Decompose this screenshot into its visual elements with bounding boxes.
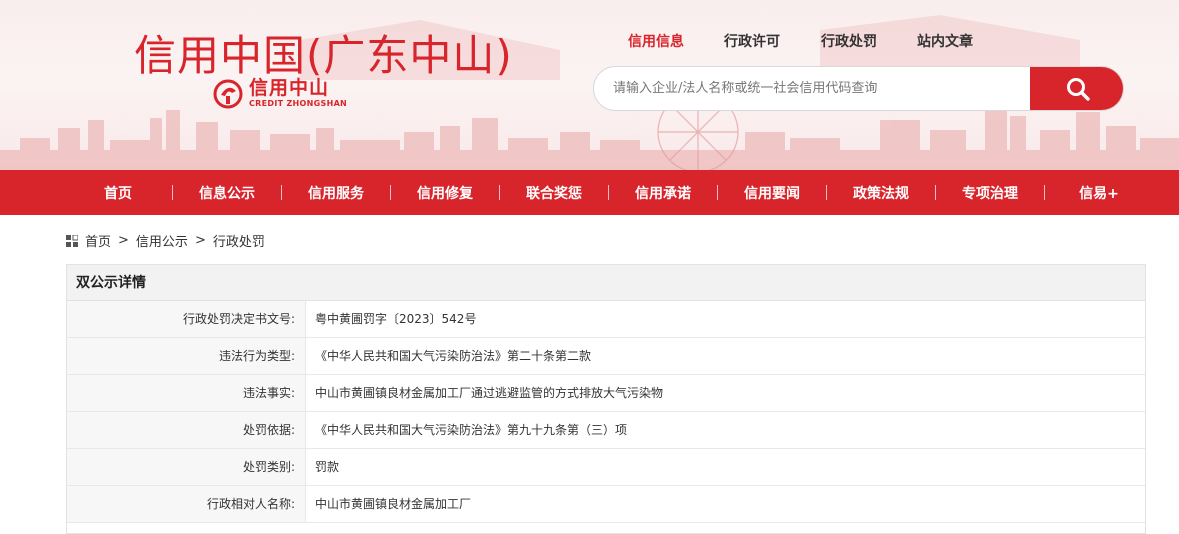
search-input[interactable]: [594, 67, 1030, 110]
detail-panel: 双公示详情 行政处罚决定书文号: 粤中黄圃罚字〔2023〕542号 违法行为类型…: [66, 264, 1146, 534]
breadcrumb-home[interactable]: 首页: [85, 231, 111, 250]
detail-label: 行政相对人名称:: [67, 486, 306, 522]
breadcrumb-separator: >: [118, 233, 129, 248]
header-banner: 信用中国(广东中山) 信用中山 CREDIT ZHONGSHAN 信用信息 行政…: [0, 0, 1179, 170]
breadcrumb-current: 行政处罚: [212, 235, 265, 250]
search-button[interactable]: [1030, 67, 1123, 110]
detail-row: 处罚依据: 《中华人民共和国大气污染防治法》第九十九条第（三）项: [67, 412, 1145, 449]
detail-label: 处罚类别:: [67, 449, 306, 485]
detail-title: 双公示详情: [67, 265, 1145, 301]
detail-value: 中山市黄圃镇良材金属加工厂: [306, 486, 1145, 522]
detail-value: 罚款: [306, 449, 1145, 485]
grid-icon: [66, 234, 78, 247]
detail-value: 粤中黄圃罚字〔2023〕542号: [306, 301, 1145, 337]
nav-item-home[interactable]: 首页: [64, 183, 172, 203]
site-title: 信用中国(广东中山): [134, 31, 513, 80]
top-link-site-articles[interactable]: 站内文章: [917, 31, 973, 51]
detail-row: 违法行为类型: 《中华人民共和国大气污染防治法》第二十条第二款: [67, 338, 1145, 375]
top-links: 信用信息 行政许可 行政处罚 站内文章: [628, 31, 1013, 51]
top-link-admin-license[interactable]: 行政许可: [724, 31, 780, 51]
nav-item-credit-commitment[interactable]: 信用承诺: [609, 183, 717, 203]
top-link-credit-info[interactable]: 信用信息: [628, 31, 684, 51]
detail-value: 《中华人民共和国大气污染防治法》第九十九条第（三）项: [306, 412, 1145, 448]
nav-item-xinyi-plus[interactable]: 信易+: [1045, 183, 1153, 203]
detail-row: 行政处罚决定书文号: 粤中黄圃罚字〔2023〕542号: [67, 301, 1145, 338]
main-nav: 首页 信息公示 信用服务 信用修复 联合奖惩 信用承诺 信用要闻 政策法规 专项…: [0, 170, 1179, 215]
credit-logo-icon: [213, 79, 243, 108]
breadcrumb-credit-disclosure[interactable]: 信用公示: [136, 231, 188, 250]
nav-item-credit-repair[interactable]: 信用修复: [391, 183, 499, 203]
nav-item-joint-rewards[interactable]: 联合奖惩: [500, 183, 608, 203]
nav-item-special-governance[interactable]: 专项治理: [936, 183, 1044, 203]
detail-row: 处罚类别: 罚款: [67, 449, 1145, 486]
top-link-admin-penalty[interactable]: 行政处罚: [821, 31, 877, 51]
logo[interactable]: 信用中山 CREDIT ZHONGSHAN: [213, 78, 347, 109]
search-box: [593, 66, 1124, 111]
nav-item-credit-news[interactable]: 信用要闻: [718, 183, 826, 203]
breadcrumb-separator: >: [194, 233, 206, 248]
detail-value: 中山市黄圃镇良材金属加工厂通过逃避监管的方式排放大气污染物: [306, 375, 1145, 411]
nav-item-policy[interactable]: 政策法规: [827, 183, 935, 203]
logo-english-text: CREDIT ZHONGSHAN: [249, 99, 348, 108]
nav-item-info-disclosure[interactable]: 信息公示: [173, 183, 281, 203]
detail-row: 行政相对人名称: 中山市黄圃镇良材金属加工厂: [67, 486, 1145, 523]
logo-chinese-text: 信用中山: [249, 77, 330, 99]
detail-label: 违法行为类型:: [67, 338, 306, 374]
search-icon: [1066, 77, 1090, 101]
detail-label: 处罚依据:: [67, 412, 306, 448]
detail-label: 行政处罚决定书文号:: [67, 301, 306, 337]
detail-row: 违法事实: 中山市黄圃镇良材金属加工厂通过逃避监管的方式排放大气污染物: [67, 375, 1145, 412]
detail-label: 违法事实:: [67, 375, 306, 411]
detail-value: 《中华人民共和国大气污染防治法》第二十条第二款: [306, 338, 1145, 374]
nav-item-credit-service[interactable]: 信用服务: [282, 183, 390, 203]
breadcrumb: 首页 > 信用公示 > 行政处罚: [66, 231, 265, 250]
